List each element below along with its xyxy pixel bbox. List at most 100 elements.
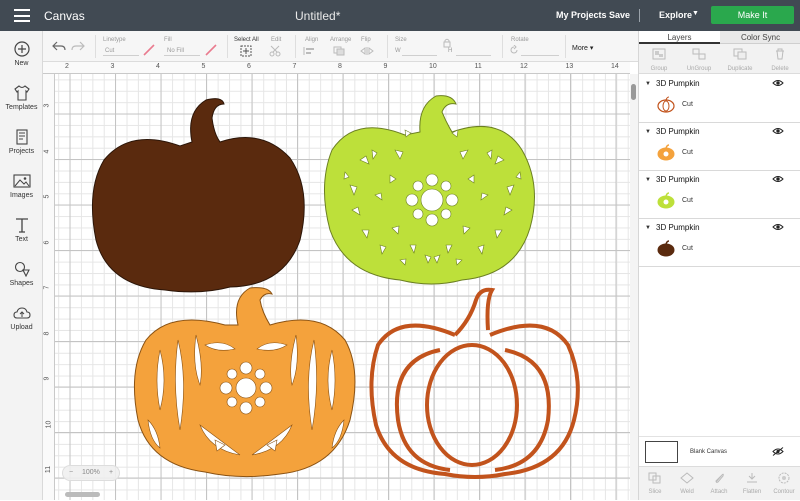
layer-thumbnail-orange bbox=[657, 144, 675, 161]
sidebar-label: Projects bbox=[8, 148, 35, 155]
layer-thumbnail-green bbox=[657, 192, 675, 209]
design-canvas[interactable] bbox=[55, 74, 630, 500]
arrange-label: Arrange bbox=[330, 37, 352, 43]
linetype-color-swatch-icon[interactable] bbox=[143, 44, 155, 56]
align-icon[interactable] bbox=[303, 46, 319, 56]
plus-circle-icon bbox=[13, 41, 30, 57]
sidebar-label: New bbox=[14, 60, 29, 67]
horizontal-scroll-thumb[interactable] bbox=[65, 492, 100, 497]
select-all-icon[interactable] bbox=[240, 45, 252, 57]
visibility-eye-icon[interactable] bbox=[772, 79, 784, 87]
pumpkin-center-ellipse bbox=[425, 343, 519, 467]
layer-operation: Cut bbox=[682, 149, 693, 156]
sidebar-item-text[interactable]: Text bbox=[0, 217, 43, 257]
ruler-tick-label: 2 bbox=[65, 63, 69, 70]
height-input[interactable] bbox=[456, 45, 491, 56]
vertical-scroll-thumb[interactable] bbox=[631, 84, 636, 100]
expand-caret-icon[interactable]: ▼ bbox=[645, 81, 651, 87]
pumpkin-outline[interactable] bbox=[369, 287, 580, 479]
chevron-down-icon[interactable]: ▼ bbox=[692, 10, 699, 17]
fill-label: Fill bbox=[164, 37, 172, 43]
slice-button[interactable]: Slice bbox=[639, 467, 671, 501]
fill-value: No Fill bbox=[167, 48, 185, 54]
sidebar-item-templates[interactable]: Templates bbox=[0, 85, 43, 125]
linetype-label: Linetype bbox=[103, 37, 126, 43]
ruler-tick-label: 8 bbox=[338, 63, 342, 70]
weld-button[interactable]: Weld bbox=[671, 467, 703, 501]
visibility-eye-icon[interactable] bbox=[772, 127, 784, 135]
sidebar-item-shapes[interactable]: Shapes bbox=[0, 261, 43, 301]
layer-item[interactable]: ▼ 3D Pumpkin Cut bbox=[639, 219, 800, 267]
width-input[interactable] bbox=[402, 45, 437, 56]
undo-icon[interactable] bbox=[52, 40, 66, 52]
layer-item[interactable]: ▼ 3D Pumpkin Cut bbox=[639, 75, 800, 123]
sidebar-item-upload[interactable]: Upload bbox=[0, 305, 43, 345]
edit-scissors-icon[interactable] bbox=[269, 45, 287, 57]
layer-operation: Cut bbox=[682, 197, 693, 204]
select-all-label[interactable]: Select All bbox=[234, 37, 259, 43]
zoom-out-button[interactable]: − bbox=[69, 469, 73, 476]
group-button[interactable]: Group bbox=[639, 44, 679, 74]
layer-item[interactable]: ▼ 3D Pumpkin Cut bbox=[639, 171, 800, 219]
vertical-scrollbar[interactable] bbox=[630, 74, 638, 500]
make-it-button[interactable]: Make It bbox=[711, 6, 794, 24]
save-link[interactable]: Save bbox=[609, 10, 630, 20]
flatten-button[interactable]: Flatten bbox=[736, 467, 768, 501]
contour-button[interactable]: Contour bbox=[768, 467, 800, 501]
arrange-icon[interactable] bbox=[332, 46, 348, 56]
zoom-in-button[interactable]: + bbox=[109, 469, 113, 476]
top-bar: Canvas Untitled* My Projects Save Explor… bbox=[0, 0, 800, 31]
tab-color-sync[interactable]: Color Sync bbox=[720, 31, 800, 44]
layer-thumbnail-outline bbox=[657, 96, 675, 113]
blank-canvas-row[interactable]: Blank Canvas bbox=[639, 436, 800, 466]
delete-button[interactable]: Delete bbox=[760, 44, 800, 74]
text-icon bbox=[15, 218, 28, 233]
visibility-eye-icon[interactable] bbox=[772, 223, 784, 231]
layer-item[interactable]: ▼ 3D Pumpkin Cut bbox=[639, 123, 800, 171]
visibility-hidden-eye-icon[interactable] bbox=[772, 447, 784, 456]
attach-button[interactable]: Attach bbox=[703, 467, 735, 501]
fill-color-swatch-icon[interactable] bbox=[205, 44, 217, 56]
ruler-tick-label: 3 bbox=[43, 103, 51, 108]
tab-layers[interactable]: Layers bbox=[639, 31, 720, 44]
edit-label: Edit bbox=[271, 37, 282, 43]
toolbar-divider bbox=[227, 35, 228, 58]
visibility-eye-icon[interactable] bbox=[772, 175, 784, 183]
contour-label: Contour bbox=[773, 489, 795, 495]
lock-icon[interactable] bbox=[443, 38, 451, 48]
align-label: Align bbox=[305, 37, 319, 43]
rotate-input[interactable] bbox=[521, 45, 559, 56]
my-projects-link[interactable]: My Projects bbox=[556, 10, 607, 20]
pumpkin-green-pattern[interactable] bbox=[324, 95, 535, 285]
expand-caret-icon[interactable]: ▼ bbox=[645, 225, 651, 231]
sidebar-item-images[interactable]: Images bbox=[0, 173, 43, 213]
sidebar-item-new[interactable]: New bbox=[0, 41, 43, 81]
slice-label: Slice bbox=[648, 489, 662, 495]
left-sidebar: New Templates Projects Images Text Shape… bbox=[0, 31, 43, 500]
ungroup-button[interactable]: UnGroup bbox=[679, 44, 719, 74]
header-separator bbox=[639, 9, 640, 22]
explore-menu[interactable]: Explore bbox=[659, 10, 692, 20]
duplicate-button[interactable]: Duplicate bbox=[720, 44, 760, 74]
document-title[interactable]: Untitled* bbox=[295, 9, 340, 23]
toolbar-divider bbox=[502, 35, 503, 58]
sidebar-label: Shapes bbox=[9, 280, 34, 287]
shirt-icon bbox=[13, 85, 30, 101]
sidebar-label: Templates bbox=[5, 104, 38, 111]
toolbar-divider bbox=[565, 35, 566, 58]
sidebar-item-projects[interactable]: Projects bbox=[0, 129, 43, 169]
upload-cloud-icon bbox=[12, 307, 31, 319]
sidebar-label: Upload bbox=[10, 324, 33, 331]
ruler-tick-label: 10 bbox=[429, 63, 437, 70]
top-ruler: 2 3 4 5 6 7 8 9 10 11 12 13 14 bbox=[43, 62, 630, 74]
expand-caret-icon[interactable]: ▼ bbox=[645, 177, 651, 183]
pumpkin-brown-solid[interactable] bbox=[91, 98, 305, 293]
ungroup-label: UnGroup bbox=[686, 66, 712, 72]
blank-canvas-swatch[interactable] bbox=[645, 441, 678, 463]
pumpkin-orange-pattern[interactable] bbox=[133, 287, 356, 478]
more-menu[interactable]: More ▾ bbox=[572, 44, 593, 52]
redo-icon[interactable] bbox=[71, 40, 85, 52]
hamburger-menu-icon[interactable] bbox=[14, 9, 30, 22]
expand-caret-icon[interactable]: ▼ bbox=[645, 129, 651, 135]
flip-icon[interactable] bbox=[360, 46, 376, 56]
